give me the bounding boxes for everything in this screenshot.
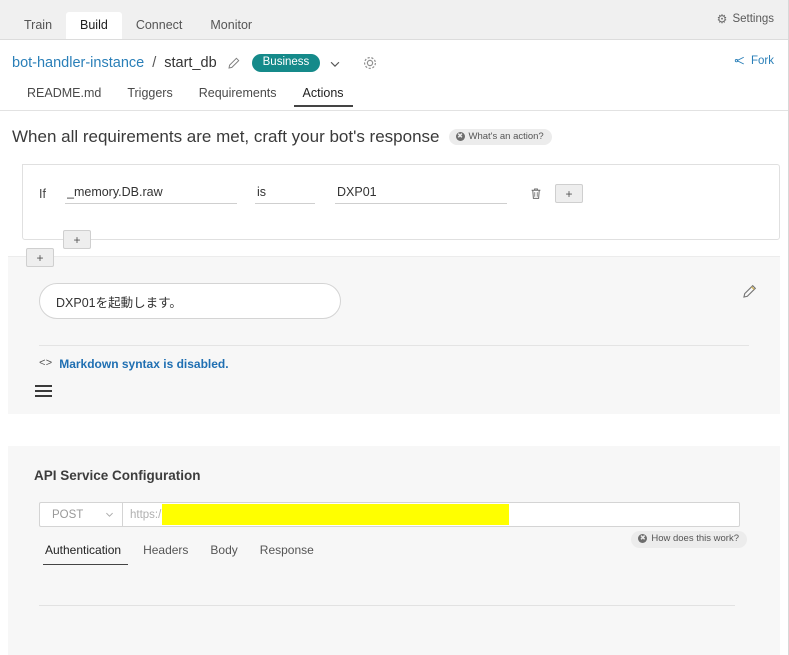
subtab-requirements[interactable]: Requirements (186, 84, 290, 107)
gear-icon: ⚙ (716, 12, 728, 26)
info-icon: ✖ (638, 534, 648, 544)
edit-response-pencil-icon[interactable] (742, 284, 757, 299)
condition-operator-input[interactable] (255, 183, 315, 204)
condition-row: If + (23, 165, 779, 204)
subtab-readme[interactable]: README.md (14, 84, 114, 107)
api-tab-response[interactable]: Response (249, 541, 325, 565)
fork-icon (734, 56, 744, 65)
response-bubble-text: DXP01を起動します。 (56, 295, 182, 310)
redaction-highlight (162, 504, 509, 525)
tab-train[interactable]: Train (10, 12, 66, 40)
tab-build[interactable]: Build (66, 11, 122, 39)
breadcrumb-current: start_db (164, 55, 217, 71)
response-bubble[interactable]: DXP01を起動します。 (39, 283, 341, 319)
card-gap (8, 414, 780, 432)
http-method-select[interactable]: POST (39, 502, 123, 527)
condition-key-input[interactable] (65, 183, 237, 204)
add-condition-group-button[interactable]: + (63, 230, 91, 249)
condition-value-input[interactable] (335, 183, 507, 204)
api-url-input[interactable]: https:/ (123, 502, 740, 527)
breadcrumb-parent[interactable]: bot-handler-instance (12, 55, 144, 71)
api-tab-authentication[interactable]: Authentication (39, 541, 132, 565)
settings-button[interactable]: ⚙ Settings (717, 13, 774, 25)
http-method-value: POST (52, 508, 84, 521)
tab-connect[interactable]: Connect (122, 12, 197, 40)
whats-an-action-label: What's an action? (468, 130, 544, 142)
api-section-title: API Service Configuration (34, 468, 201, 483)
api-request-row: POST https:/ (39, 502, 780, 527)
drag-handle-response[interactable] (35, 385, 52, 397)
app-page: Train Build Connect Monitor ⚙ Settings b… (0, 0, 789, 655)
delete-condition-trash-icon[interactable] (529, 186, 543, 201)
api-tab-headers[interactable]: Headers (132, 541, 199, 565)
settings-label: Settings (732, 13, 774, 25)
breadcrumb-separator: / (152, 55, 157, 71)
add-condition-button[interactable]: + (555, 184, 583, 203)
api-url-prefix: https:/ (130, 508, 162, 521)
markdown-disabled-link[interactable]: Markdown syntax is disabled. (59, 357, 228, 371)
response-message-card: + DXP01を起動します。 <> Markdown syntax is dis… (8, 248, 780, 642)
primary-tabbar: Train Build Connect Monitor ⚙ Settings (0, 0, 788, 40)
page-title: When all requirements are met, craft you… (12, 127, 440, 146)
add-response-button[interactable]: + (26, 248, 54, 267)
how-does-this-work-chip[interactable]: ✖ How does this work? (631, 531, 747, 548)
message-divider (39, 345, 749, 346)
how-does-this-work-label: How does this work? (651, 533, 739, 544)
api-tab-body[interactable]: Body (199, 541, 248, 565)
secondary-tabbar: README.md Triggers Requirements Actions (0, 84, 788, 111)
markdown-note-row: <> Markdown syntax is disabled. (39, 357, 780, 371)
info-icon: ✖ (455, 132, 465, 141)
fork-button[interactable]: Fork (734, 55, 774, 67)
action-block: If + + + DXP01を起動します。 (0, 164, 788, 655)
project-settings-gear-icon[interactable] (362, 55, 378, 71)
page-title-row: When all requirements are met, craft you… (0, 111, 788, 147)
plan-badge[interactable]: Business (251, 53, 321, 73)
subtab-actions[interactable]: Actions (290, 84, 357, 107)
api-service-card: API Service Configuration POST https:/ A… (8, 446, 780, 655)
chevron-down-icon[interactable] (328, 57, 342, 71)
fork-label: Fork (751, 55, 774, 67)
subtab-triggers[interactable]: Triggers (114, 84, 185, 107)
rename-pencil-icon[interactable] (227, 57, 240, 70)
condition-if-label: If (39, 186, 46, 201)
whats-an-action-chip[interactable]: ✖ What's an action? (448, 128, 552, 146)
condition-card: If + + (22, 164, 780, 249)
api-tab-underline (39, 605, 735, 606)
chevron-down-icon (106, 512, 113, 517)
tab-monitor[interactable]: Monitor (196, 12, 266, 40)
breadcrumb: bot-handler-instance / start_db Business… (0, 46, 788, 80)
code-brackets-icon: <> (39, 358, 53, 370)
